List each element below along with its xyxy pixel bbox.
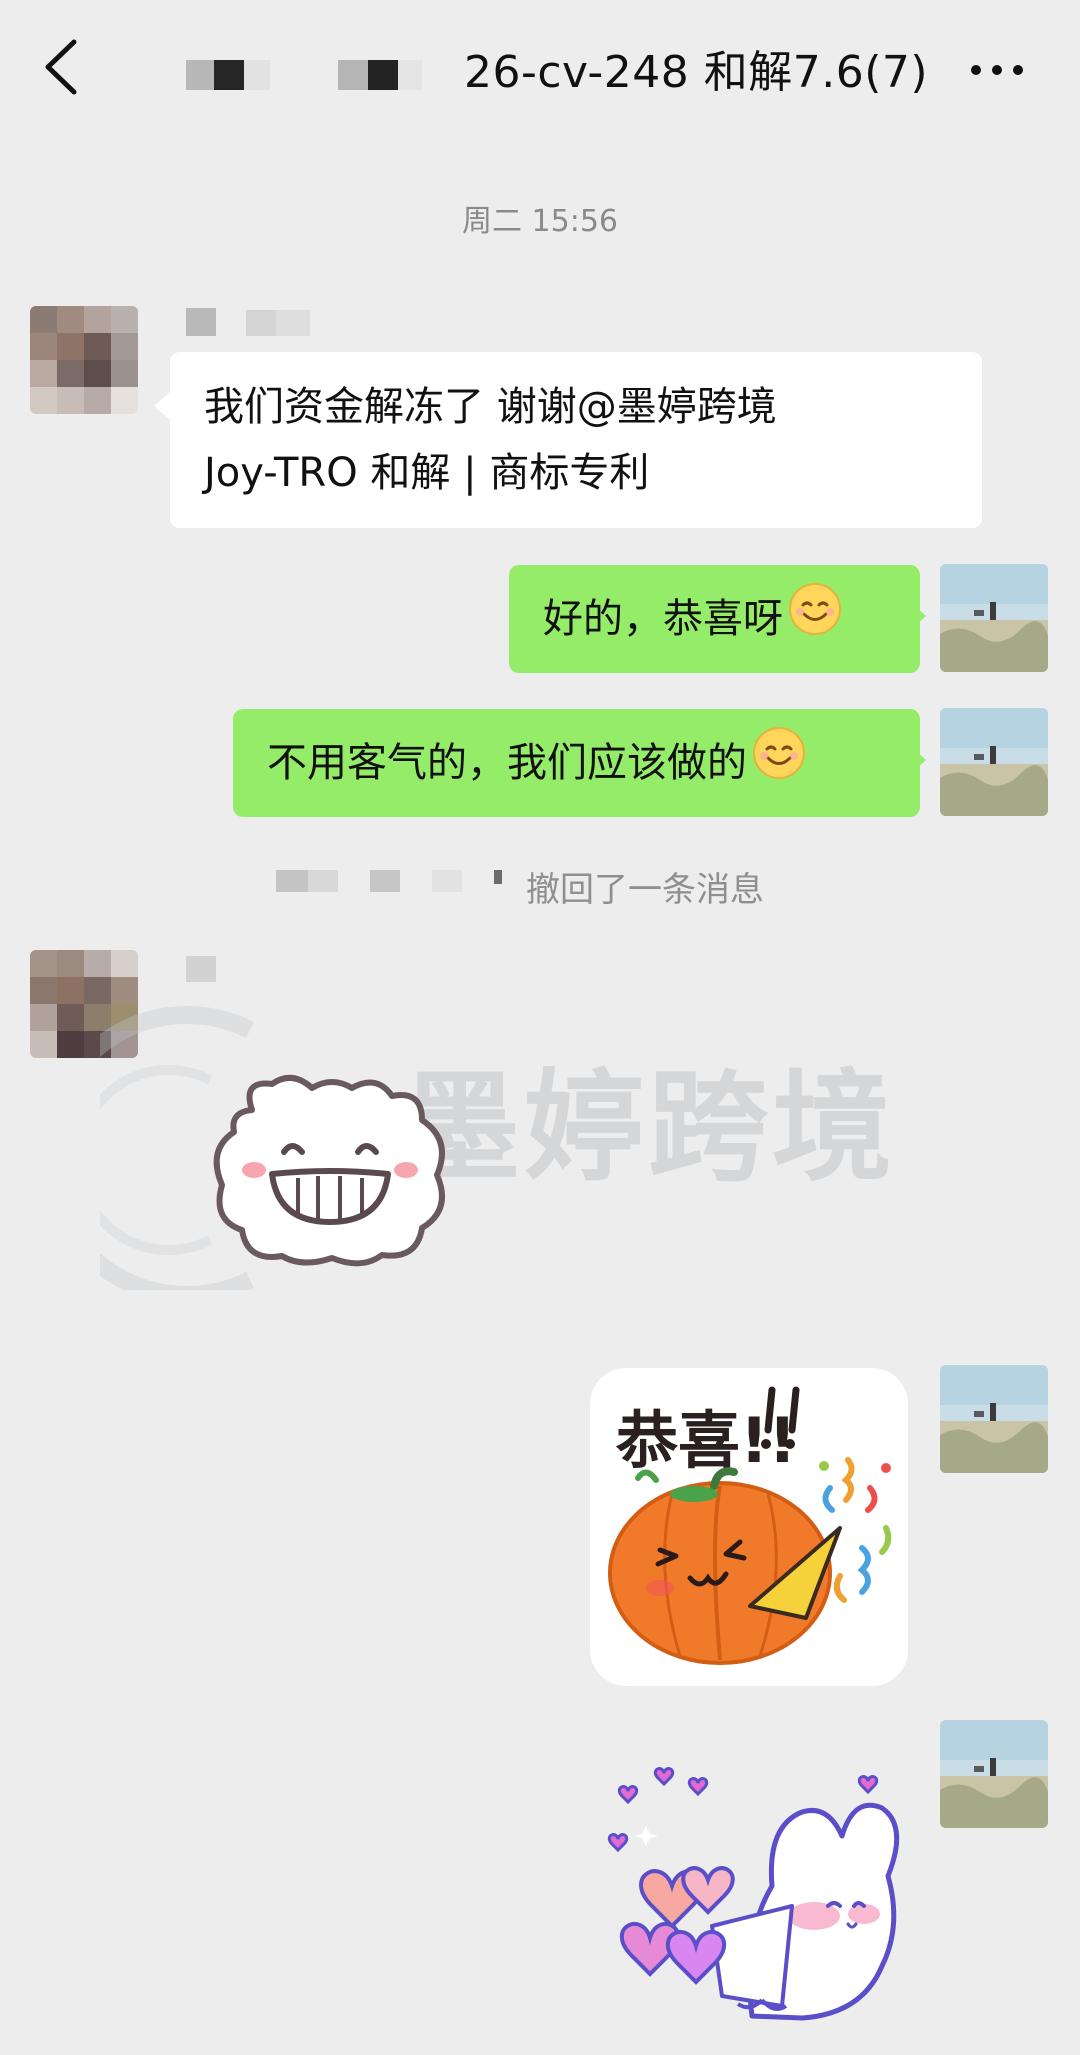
pumpkin-congrats-sticker[interactable]: 恭喜!! (590, 1368, 908, 1686)
chevron-left-icon[interactable] (36, 32, 92, 102)
chat-header: 26-cv-248 和解7.6(7) (0, 0, 1080, 132)
message-text: 不用客气的，我们应该做的 (267, 740, 747, 786)
more-dots-icon[interactable] (962, 44, 1032, 84)
message-timestamp: 周二 15:56 (462, 204, 618, 239)
avatar[interactable] (940, 1365, 1048, 1473)
bubble-tail (154, 392, 170, 420)
grinning-bear-sticker[interactable] (212, 1070, 452, 1274)
avatar[interactable] (940, 708, 1048, 816)
bunny-hearts-sticker[interactable] (592, 1756, 908, 2030)
message-text-line: Joy-TRO 和解 | 商标专利 (204, 450, 650, 496)
avatar[interactable] (30, 306, 138, 414)
smile-emoji-icon (787, 581, 843, 657)
recall-notice-text: 撤回了一条消息 (526, 870, 764, 910)
avatar[interactable] (940, 564, 1048, 672)
incoming-message-bubble[interactable]: 我们资金解冻了 谢谢@墨婷跨境 Joy-TRO 和解 | 商标专利 (170, 352, 982, 528)
outgoing-message-bubble[interactable]: 好的，恭喜呀 (509, 565, 920, 673)
chat-title: 26-cv-248 和解7.6(7) (464, 47, 929, 98)
smile-emoji-icon (751, 725, 807, 801)
watermark-text: 墨婷跨境 (400, 1059, 896, 1198)
message-text-line: 我们资金解冻了 谢谢@墨婷跨境 (204, 384, 777, 430)
avatar[interactable] (940, 1720, 1048, 1828)
message-text: 好的，恭喜呀 (543, 596, 783, 642)
outgoing-message-bubble[interactable]: 不用客气的，我们应该做的 (233, 709, 920, 817)
